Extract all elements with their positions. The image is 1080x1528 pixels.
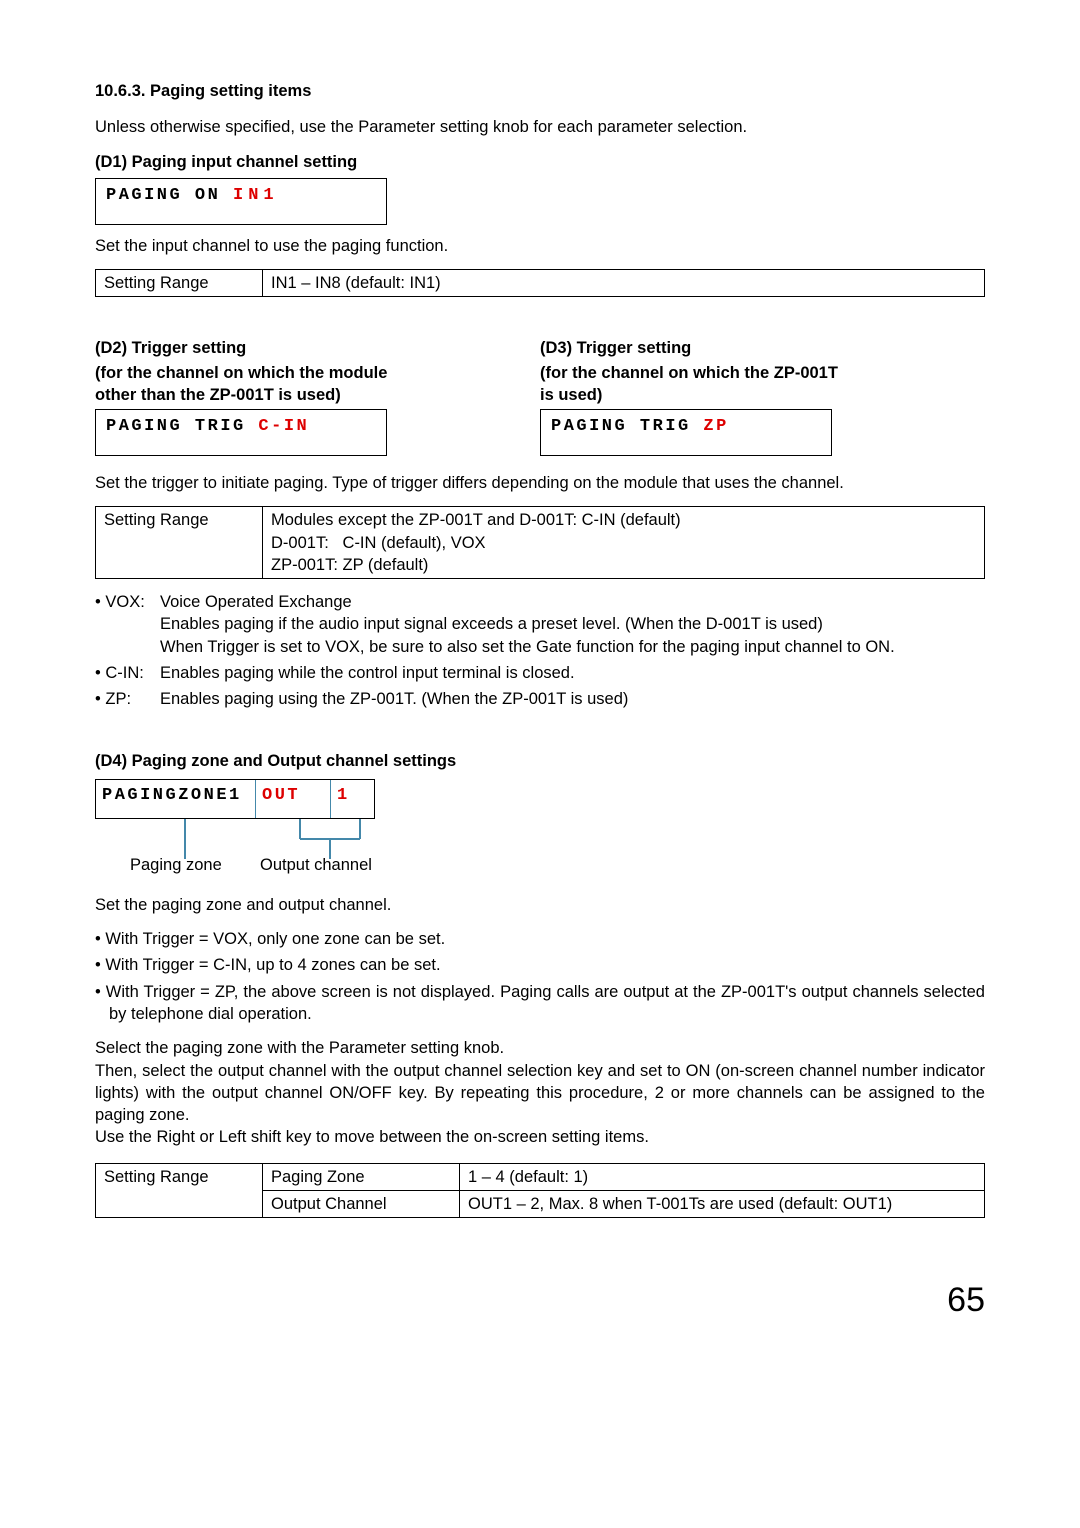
vox-text: Voice Operated Exchange Enables paging i… [160, 591, 985, 658]
trigger-range-values: Modules except the ZP-001T and D-001T: C… [263, 507, 985, 579]
d1-heading: (D1) Paging input channel setting [95, 151, 985, 173]
d4-range-row2-val: OUT1 – 2, Max. 8 when T-001Ts are used (… [460, 1190, 985, 1217]
d4-lcd-container: PAGINGZONE1 OUT 1 Paging zone Output cha… [95, 779, 985, 876]
vox-text3: When Trigger is set to VOX, be sure to a… [160, 636, 985, 658]
vox-label: • VOX: [95, 591, 160, 658]
page-number: 65 [95, 1278, 985, 1324]
d4-b2: • With Trigger = C-IN, up to 4 zones can… [95, 954, 985, 976]
d4-range-label: Setting Range [96, 1163, 263, 1218]
d4-b1: • With Trigger = VOX, only one zone can … [95, 928, 985, 950]
d1-desc: Set the input channel to use the paging … [95, 235, 985, 257]
d4-connector-diagram [105, 819, 385, 864]
d4-lcd-outnum: 1 [337, 786, 350, 805]
d4-p3: Use the Right or Left shift key to move … [95, 1126, 985, 1148]
cin-text: Enables paging while the control input t… [160, 662, 985, 684]
d1-range-label: Setting Range [96, 270, 263, 297]
d2-lcd: PAGING TRIG C-IN [95, 409, 387, 456]
d4-range-row1-val: 1 – 4 (default: 1) [460, 1163, 985, 1190]
connector-svg [105, 819, 405, 879]
d4-p2: Then, select the output channel with the… [95, 1060, 985, 1127]
d4-lcd-label: PAGINGZONE [102, 786, 229, 805]
d3-lcd: PAGING TRIG ZP [540, 409, 832, 456]
trigger-range-line2: D-001T: C-IN (default), VOX [271, 532, 976, 554]
d4-lcd-out: OUT [262, 786, 300, 805]
zp-text: Enables paging using the ZP-001T. (When … [160, 688, 985, 710]
d3-lcd-value: ZP [703, 417, 728, 436]
trigger-range-line1: Modules except the ZP-001T and D-001T: C… [271, 509, 976, 531]
d4-lcd-zonenum: 1 [229, 786, 242, 805]
d3-sub1: (for the channel on which the ZP-001T [540, 362, 985, 384]
vox-text2: Enables paging if the audio input signal… [160, 613, 985, 635]
d3-block: (D3) Trigger setting (for the channel on… [540, 337, 985, 456]
d3-sub2: is used) [540, 384, 985, 406]
d4-range-table: Setting Range Paging Zone 1 – 4 (default… [95, 1163, 985, 1219]
d4-heading: (D4) Paging zone and Output channel sett… [95, 750, 985, 772]
d4-b3: • With Trigger = ZP, the above screen is… [95, 981, 985, 1026]
d3-heading: (D3) Trigger setting [540, 337, 985, 359]
vox-bullet: • VOX: Voice Operated Exchange Enables p… [95, 591, 985, 658]
d2-sub2: other than the ZP-001T is used) [95, 384, 540, 406]
cin-bullet: • C-IN: Enables paging while the control… [95, 662, 985, 684]
d2-sub1: (for the channel on which the module [95, 362, 540, 384]
d4-desc: Set the paging zone and output channel. [95, 894, 985, 916]
d4-range-row2-param: Output Channel [263, 1190, 460, 1217]
d1-range-table: Setting Range IN1 – IN8 (default: IN1) [95, 269, 985, 297]
trigger-bullets: • VOX: Voice Operated Exchange Enables p… [95, 591, 985, 710]
cin-label: • C-IN: [95, 662, 160, 684]
intro-text: Unless otherwise specified, use the Para… [95, 116, 985, 138]
d4-lcd-out-seg: OUT [256, 780, 331, 818]
d1-lcd-prefix: PAGING ON [106, 186, 220, 205]
trigger-range-table: Setting Range Modules except the ZP-001T… [95, 506, 985, 579]
d1-lcd: PAGING ON IN1 [95, 178, 387, 225]
d2-lcd-value: C-IN [258, 417, 309, 436]
page-content: 10.6.3. Paging setting items Unless othe… [95, 80, 985, 1324]
d2-lcd-prefix: PAGING TRIG [106, 417, 246, 436]
vox-text1: Voice Operated Exchange [160, 591, 985, 613]
d2-heading: (D2) Trigger setting [95, 337, 540, 359]
d2-d3-row: (D2) Trigger setting (for the channel on… [95, 337, 985, 456]
zp-label: • ZP: [95, 688, 160, 710]
d4-lcd-outnum-seg: 1 [331, 780, 361, 818]
trigger-range-label: Setting Range [96, 507, 263, 579]
d4-lcd: PAGINGZONE1 OUT 1 [95, 779, 375, 819]
d1-lcd-value: IN1 [233, 186, 279, 205]
d3-lcd-prefix: PAGING TRIG [551, 417, 691, 436]
trigger-desc: Set the trigger to initiate paging. Type… [95, 472, 985, 494]
d1-range-value: IN1 – IN8 (default: IN1) [263, 270, 985, 297]
trigger-range-line3: ZP-001T: ZP (default) [271, 554, 976, 576]
zp-bullet: • ZP: Enables paging using the ZP-001T. … [95, 688, 985, 710]
section-heading: 10.6.3. Paging setting items [95, 80, 985, 102]
d4-range-row1-param: Paging Zone [263, 1163, 460, 1190]
d4-p1: Select the paging zone with the Paramete… [95, 1037, 985, 1059]
d2-block: (D2) Trigger setting (for the channel on… [95, 337, 540, 456]
d4-lcd-label-seg: PAGINGZONE1 [96, 780, 256, 818]
